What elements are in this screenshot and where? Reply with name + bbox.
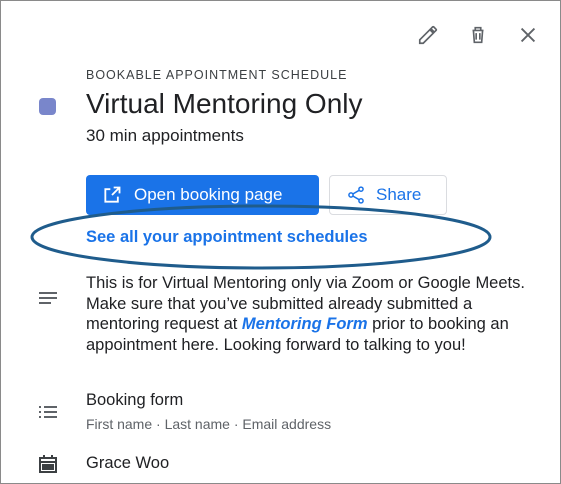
schedule-title: Virtual Mentoring Only	[86, 88, 363, 119]
schedule-duration: 30 min appointments	[86, 126, 244, 145]
close-icon	[520, 27, 536, 43]
organizer-name: Grace Woo	[86, 454, 170, 472]
calendar-color-swatch	[39, 98, 56, 115]
pencil-icon	[418, 25, 438, 45]
close-button[interactable]	[513, 20, 543, 50]
edit-button[interactable]	[413, 20, 443, 50]
card-toolbar	[413, 20, 543, 50]
open-booking-page-label: Open booking page	[134, 185, 283, 204]
delete-button[interactable]	[463, 20, 493, 50]
calendar-icon	[39, 455, 57, 473]
schedule-description: This is for Virtual Mentoring only via Z…	[86, 273, 536, 355]
mentoring-form-link[interactable]: Mentoring Form	[242, 315, 368, 333]
open-booking-page-button[interactable]: Open booking page	[86, 175, 319, 215]
description-line1: This is for Virtual Mentoring only via Z…	[86, 274, 525, 292]
booking-form-title: Booking form	[86, 391, 184, 409]
share-icon	[346, 185, 366, 205]
see-all-schedules-link[interactable]: See all your appointment schedules	[86, 228, 368, 247]
booking-form-fields: First name · Last name · Email address	[86, 416, 332, 432]
form-list-icon	[39, 406, 57, 418]
share-label: Share	[376, 185, 422, 204]
trash-icon	[472, 26, 484, 44]
share-button[interactable]: Share	[329, 175, 447, 215]
schedule-kicker: BOOKABLE APPOINTMENT SCHEDULE	[86, 68, 348, 82]
description-icon	[39, 292, 57, 304]
open-in-new-icon	[102, 185, 122, 205]
